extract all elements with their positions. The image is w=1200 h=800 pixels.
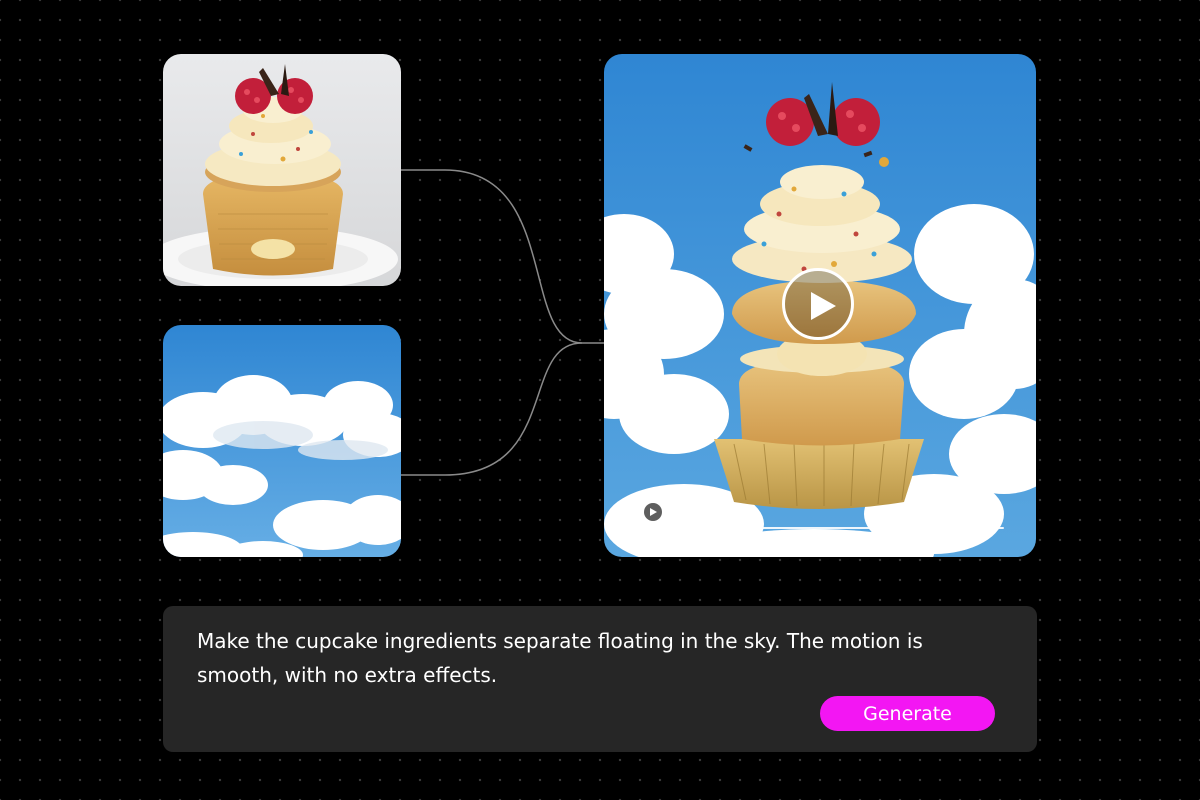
connector-line-cupcake	[401, 169, 604, 344]
mini-play-icon	[650, 508, 657, 516]
player-controls: 0:00 / 10:00	[644, 503, 743, 521]
output-video-player[interactable]: 0:00 / 10:00	[604, 54, 1036, 557]
prompt-text[interactable]: Make the cupcake ingredients separate fl…	[197, 624, 997, 692]
input-image-sky[interactable]	[163, 325, 401, 557]
input-image-cupcake[interactable]	[163, 54, 401, 286]
sky-photo	[163, 325, 401, 557]
generate-button[interactable]: Generate	[820, 696, 995, 731]
progress-bar[interactable]	[644, 527, 1004, 529]
time-display: 0:00 / 10:00	[670, 505, 744, 519]
cupcake-photo	[163, 54, 401, 286]
mini-play-button[interactable]	[644, 503, 662, 521]
connector-line-sky	[401, 342, 583, 476]
prompt-panel: Make the cupcake ingredients separate fl…	[163, 606, 1037, 752]
play-icon	[811, 292, 836, 320]
play-button[interactable]	[782, 268, 854, 340]
